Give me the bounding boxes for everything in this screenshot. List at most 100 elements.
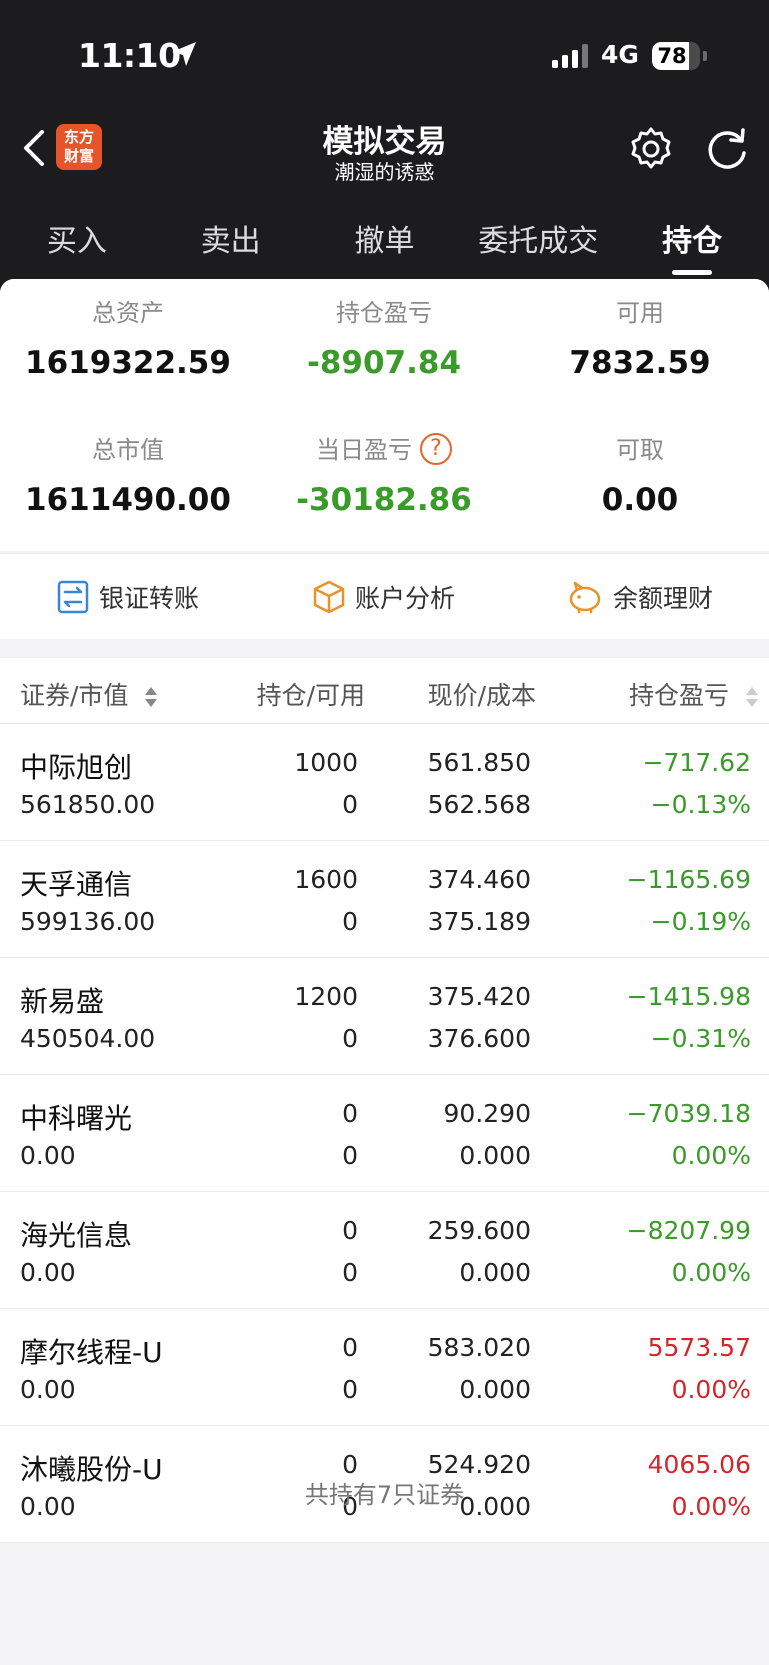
position-pl-pct: 0.00%	[671, 1258, 751, 1287]
withdrawable-label: 可取	[616, 436, 664, 464]
gear-icon[interactable]	[628, 126, 674, 172]
market-value: 599136.00	[20, 907, 156, 936]
account-analysis-button[interactable]: 账户分析	[256, 554, 512, 639]
available-qty: 0	[342, 907, 358, 936]
header-price: 现价/成本	[428, 676, 536, 712]
position-pl-pct: 0.00%	[671, 1141, 751, 1170]
piggy-bank-icon	[569, 581, 601, 613]
holding-qty: 0	[342, 1333, 358, 1362]
balance-finance-button[interactable]: 余额理财	[512, 554, 768, 639]
daily-pl-label: 当日盈亏	[316, 436, 412, 464]
sort-icon	[746, 687, 758, 707]
stock-name: 中际旭创	[20, 751, 133, 784]
cost-price: 0.000	[459, 1258, 531, 1287]
market-value: 450504.00	[20, 1024, 156, 1053]
position-pl: −8207.99	[626, 1216, 751, 1245]
market-value-value: 1611490.00	[25, 482, 231, 518]
available-qty: 0	[342, 1258, 358, 1287]
total-assets-value: 1619322.59	[25, 345, 231, 381]
current-price: 561.850	[427, 748, 531, 777]
stock-name: 新易盛	[20, 985, 105, 1018]
cost-price: 562.568	[427, 790, 531, 819]
account-summary: 总资产 1619322.59 持仓盈亏 -8907.84 可用 7832.59 …	[0, 279, 769, 551]
stat-withdrawable: 可取 0.00	[512, 434, 768, 518]
stat-daily-pl: 当日盈亏? -30182.86	[256, 433, 512, 518]
available-value: 7832.59	[569, 345, 711, 381]
market-value-label: 总市值	[92, 436, 164, 464]
stock-name: 天孚通信	[20, 868, 133, 901]
account-analysis-label: 账户分析	[354, 583, 455, 613]
header-security-label: 证券/市值	[20, 681, 129, 710]
header-security[interactable]: 证券/市值	[20, 676, 158, 712]
total-assets-label: 总资产	[92, 299, 164, 327]
quick-actions: 银证转账 账户分析 余额理财	[0, 553, 769, 639]
header-holding-label: 持仓/可用	[256, 681, 365, 710]
holdings-count: 共持有7只证券	[304, 1481, 465, 1509]
table-row[interactable]: 摩尔线程-U 0.00 0 0 583.020 0.000 5573.57 0.00%	[0, 1309, 769, 1426]
stat-available: 可用 7832.59	[512, 297, 768, 381]
stock-name: 摩尔线程-U	[20, 1336, 163, 1369]
holding-qty: 1000	[294, 748, 358, 777]
daily-pl-row: 当日盈亏?	[256, 433, 512, 466]
location-arrow-icon	[172, 42, 196, 66]
table-row[interactable]: 中科曙光 0.00 0 0 90.290 0.000 −7039.18 0.00%	[0, 1075, 769, 1192]
table-row[interactable]: 新易盛 450504.00 1200 0 375.420 376.600 −1415.98 −…	[0, 958, 769, 1075]
tab-orders[interactable]: 委托成交	[461, 198, 615, 278]
status-bar: 11:10 4G 78	[0, 0, 769, 110]
position-pl: −1165.69	[626, 865, 751, 894]
trade-tabs: 买入 卖出 撤单 委托成交 持仓	[0, 198, 769, 278]
bank-transfer-button[interactable]: 银证转账	[0, 554, 256, 639]
bank-transfer-label: 银证转账	[98, 583, 199, 613]
current-price: 375.420	[427, 982, 531, 1011]
position-pl-pct: 0.00%	[671, 1375, 751, 1404]
table-row[interactable]: 海光信息 0.00 0 0 259.600 0.000 −8207.99 0.00%	[0, 1192, 769, 1309]
header-price-label: 现价/成本	[427, 681, 536, 710]
table-row[interactable]: 天孚通信 599136.00 1600 0 374.460 375.189 −1165.69…	[0, 841, 769, 958]
holding-qty: 0	[342, 1216, 358, 1245]
available-qty: 0	[342, 1024, 358, 1053]
position-pl: −1415.98	[626, 982, 751, 1011]
help-icon[interactable]: ?	[420, 433, 452, 465]
stock-name: 海光信息	[20, 1219, 133, 1252]
withdrawable-value: 0.00	[601, 482, 679, 518]
status-time: 11:10	[78, 36, 181, 75]
market-value: 0.00	[20, 1258, 76, 1287]
current-price: 90.290	[443, 1099, 531, 1128]
header-pl[interactable]: 持仓盈亏	[629, 676, 759, 712]
table-header: 证券/市值 持仓/可用 现价/成本 持仓盈亏	[0, 658, 769, 724]
position-pl-pct: −0.31%	[650, 1024, 751, 1053]
holding-qty: 0	[342, 1099, 358, 1128]
position-pl-value: -8907.84	[306, 345, 462, 381]
cost-price: 376.600	[427, 1024, 531, 1053]
tab-buy[interactable]: 买入	[0, 198, 154, 278]
position-pl: 5573.57	[647, 1333, 751, 1362]
available-qty: 0	[342, 790, 358, 819]
position-pl-label: 持仓盈亏	[336, 299, 432, 327]
positions-table: 证券/市值 持仓/可用 现价/成本 持仓盈亏 中际旭创 561850.00 1000…	[0, 658, 769, 1543]
available-label: 可用	[616, 299, 664, 327]
table-row[interactable]: 中际旭创 561850.00 1000 0 561.850 562.568 −717.62 −…	[0, 724, 769, 841]
header-holding: 持仓/可用	[257, 676, 365, 712]
available-qty: 0	[342, 1141, 358, 1170]
battery-level: 78	[657, 44, 687, 68]
current-price: 259.600	[427, 1216, 531, 1245]
tab-cancel[interactable]: 撤单	[308, 198, 462, 278]
position-pl: −7039.18	[626, 1099, 751, 1128]
stat-market-value: 总市值 1611490.00	[0, 434, 256, 518]
stock-name: 中科曙光	[20, 1102, 133, 1135]
refresh-icon[interactable]	[705, 126, 749, 172]
battery-cap	[703, 51, 707, 61]
market-value: 0.00	[20, 1141, 76, 1170]
market-value: 0.00	[20, 1375, 76, 1404]
holding-qty: 1200	[294, 982, 358, 1011]
current-price: 583.020	[427, 1333, 531, 1362]
stat-position-pl: 持仓盈亏 -8907.84	[256, 297, 512, 381]
market-value: 561850.00	[20, 790, 156, 819]
tab-sell[interactable]: 卖出	[154, 198, 308, 278]
tab-positions[interactable]: 持仓	[615, 198, 769, 278]
cost-price: 0.000	[459, 1141, 531, 1170]
transfer-icon	[57, 580, 89, 613]
sort-icon	[145, 687, 158, 707]
balance-finance-label: 余额理财	[612, 583, 713, 613]
position-pl: −717.62	[642, 748, 751, 777]
